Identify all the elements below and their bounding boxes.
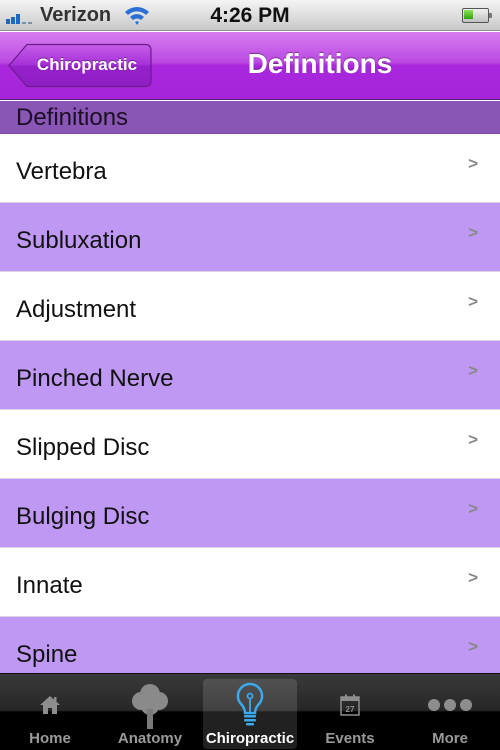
list-item[interactable]: Vertebra > [0, 134, 500, 203]
more-icon [400, 682, 500, 728]
tab-chiropractic[interactable]: Chiropractic [200, 674, 300, 750]
battery-icon [462, 8, 492, 23]
list-item[interactable]: Bulging Disc > [0, 479, 500, 548]
tab-anatomy[interactable]: Anatomy [100, 674, 200, 750]
list-item[interactable]: Innate > [0, 548, 500, 617]
tree-icon [100, 682, 200, 729]
list-item-label: Innate [16, 572, 83, 599]
list-item-label: Spine [16, 641, 78, 668]
list-item-label: Adjustment [16, 296, 137, 323]
chevron-right-icon: > [468, 499, 478, 518]
definitions-list: Vertebra > Subluxation > Adjustment > Pi… [0, 134, 500, 673]
list-item[interactable]: Spine > [0, 617, 500, 673]
list-item[interactable]: Subluxation > [0, 203, 500, 272]
lightbulb-icon [200, 682, 300, 728]
status-time: 4:26 PM [210, 4, 290, 27]
list-item-label: Vertebra [16, 158, 107, 185]
section-header: Definitions [0, 101, 500, 134]
list-item-label: Slipped Disc [16, 434, 150, 461]
section-header-label: Definitions [16, 104, 129, 131]
home-icon [0, 682, 100, 728]
tab-home[interactable]: Home [0, 674, 100, 750]
tab-label: More [432, 730, 468, 747]
chevron-right-icon: > [468, 154, 478, 173]
list-item[interactable]: Slipped Disc > [0, 410, 500, 479]
tab-events[interactable]: 27 Events [300, 674, 400, 750]
chevron-right-icon: > [468, 568, 478, 587]
page-title: Definitions [247, 48, 393, 79]
tab-bar: Home Anatomy Chiropractic 27 Events More [0, 673, 500, 750]
chevron-right-icon: > [468, 430, 478, 449]
chevron-right-icon: > [468, 223, 478, 242]
tab-more[interactable]: More [400, 674, 500, 750]
calendar-icon: 27 [300, 682, 400, 728]
chevron-right-icon: > [468, 361, 478, 380]
chevron-right-icon: > [468, 292, 478, 311]
list-item-label: Pinched Nerve [16, 365, 174, 392]
navigation-bar: Chiropractic Definitions [0, 32, 500, 100]
list-item-label: Bulging Disc [16, 503, 150, 530]
calendar-date-text: 27 [346, 705, 355, 714]
list-item[interactable]: Adjustment > [0, 272, 500, 341]
status-bar: Verizon 4:26 PM [0, 0, 500, 31]
list-item-label: Subluxation [16, 227, 142, 254]
list-item[interactable]: Pinched Nerve > [0, 341, 500, 410]
chevron-right-icon: > [468, 637, 478, 656]
